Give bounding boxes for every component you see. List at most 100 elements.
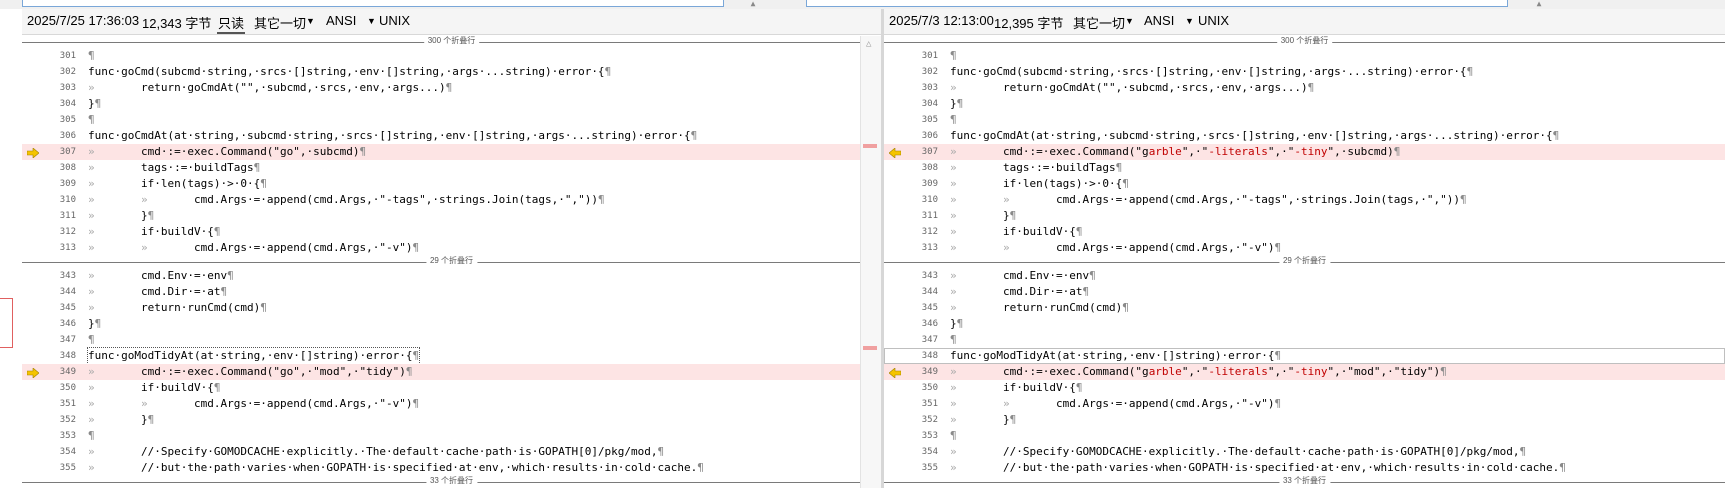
fold-separator[interactable]: 33 个折叠行 <box>22 476 881 486</box>
left-encoding-mode[interactable]: 其它一切 <box>254 13 306 32</box>
fold-separator[interactable]: 300 个折叠行 <box>884 36 1725 46</box>
diff-position-marker[interactable] <box>863 346 877 350</box>
line-number: 313 <box>59 243 76 253</box>
code-line[interactable]: 301 ¶ <box>22 48 881 64</box>
code-line[interactable]: 310 » » cmd.Args·=·append(cmd.Args,·"-tag… <box>22 192 881 208</box>
chevron-down-icon[interactable]: ▼ <box>367 16 376 26</box>
line-number: 352 <box>59 415 76 425</box>
fold-separator[interactable]: 300 个折叠行 <box>22 36 881 46</box>
code-line[interactable]: 344 » cmd.Dir·=·at¶ <box>884 284 1725 300</box>
code-line[interactable]: 351 » » cmd.Args·=·append(cmd.Args,·"-v")… <box>22 396 881 412</box>
code-line[interactable]: 349 » cmd·:=·exec.Command("garble",·"-lit… <box>884 364 1725 380</box>
code-line[interactable]: 306 func·goCmdAt(at·string,·subcmd·string… <box>884 128 1725 144</box>
code-line[interactable]: 303 » return·goCmdAt("",·subcmd,·srcs,·en… <box>884 80 1725 96</box>
line-number: 310 <box>59 195 76 205</box>
code-line[interactable]: 308 » tags·:=·buildTags¶ <box>884 160 1725 176</box>
code-line[interactable]: 304}¶ <box>884 96 1725 112</box>
code-line[interactable]: 344 » cmd.Dir·=·at¶ <box>22 284 881 300</box>
code-line[interactable]: 353 ¶ <box>884 428 1725 444</box>
code-line[interactable]: 312 » if·buildV·{¶ <box>22 224 881 240</box>
line-number: 348 <box>59 351 76 361</box>
code-line[interactable]: 302 func·goCmd(subcmd·string,·srcs·[]stri… <box>22 64 881 80</box>
left-file-pane[interactable]: 2025/7/25 17:36:03 12,343 字节 只读 其它一切 ▼ A… <box>22 9 881 488</box>
line-number: 312 <box>59 227 76 237</box>
right-eol[interactable]: UNIX <box>1198 13 1229 28</box>
code-line[interactable]: 354 » //·Specify·GOMODCACHE·explicitly.·T… <box>884 444 1725 460</box>
code-line[interactable]: 305 ¶ <box>884 112 1725 128</box>
line-text: » if·buildV·{¶ <box>88 381 221 394</box>
line-number: 305 <box>921 115 938 125</box>
code-line[interactable]: 307 » cmd·:=·exec.Command("garble",·"-lit… <box>884 144 1725 160</box>
code-line[interactable]: 311 » }¶ <box>884 208 1725 224</box>
scroll-up-icon-right[interactable]: ▲ <box>1534 0 1544 8</box>
code-line[interactable]: 355 » //·but·the·path·varies·when·GOPATH·… <box>884 460 1725 476</box>
line-text: }¶ <box>950 97 964 110</box>
code-line[interactable]: 352 » }¶ <box>22 412 881 428</box>
line-text: » cmd·:=·exec.Command("go",·"mod",·"tidy… <box>88 365 413 378</box>
chevron-down-icon[interactable]: ▼ <box>306 16 315 26</box>
left-readonly-toggle[interactable]: 只读 <box>217 13 246 34</box>
code-line[interactable]: 350 » if·buildV·{¶ <box>884 380 1725 396</box>
code-line[interactable]: 351 » » cmd.Args·=·append(cmd.Args,·"-v")… <box>884 396 1725 412</box>
line-text: » cmd·:=·exec.Command("garble",·"-litera… <box>950 145 1401 158</box>
line-text: » //·but·the·path·varies·when·GOPATH·is·… <box>950 461 1566 474</box>
code-line[interactable]: 310 » » cmd.Args·=·append(cmd.Args,·"-tag… <box>884 192 1725 208</box>
line-number: 345 <box>59 303 76 313</box>
code-line[interactable]: 301 ¶ <box>884 48 1725 64</box>
scroll-up-arrow-icon[interactable]: △ <box>866 39 871 49</box>
code-line[interactable]: 348 func·goModTidyAt(at·string,·env·[]str… <box>22 347 881 365</box>
code-line[interactable]: 352 » }¶ <box>884 412 1725 428</box>
code-line[interactable]: 302 func·goCmd(subcmd·string,·srcs·[]stri… <box>884 64 1725 80</box>
code-line[interactable]: 349 » cmd·:=·exec.Command("go",·"mod",·"t… <box>22 364 881 380</box>
code-line[interactable]: 309 » if·len(tags)·>·0·{¶ <box>884 176 1725 192</box>
code-line[interactable]: 304}¶ <box>22 96 881 112</box>
left-charset[interactable]: ANSI <box>326 13 356 28</box>
chevron-down-icon[interactable]: ▼ <box>1185 16 1194 26</box>
left-file-datetime: 2025/7/25 17:36:03 <box>27 13 140 28</box>
code-line[interactable]: 312 » if·buildV·{¶ <box>884 224 1725 240</box>
right-file-pane[interactable]: 2025/7/3 12:13:00 12,395 字节 其它一切 ▼ ANSI … <box>884 9 1725 488</box>
code-line[interactable]: 347 ¶ <box>22 332 881 348</box>
code-line[interactable]: 347 ¶ <box>884 332 1725 348</box>
code-line[interactable]: 355 » //·but·the·path·varies·when·GOPATH·… <box>22 460 881 476</box>
chevron-down-icon[interactable]: ▼ <box>1125 16 1134 26</box>
line-text: » cmd.Env·=·env¶ <box>950 269 1096 282</box>
code-line[interactable]: 350 » if·buildV·{¶ <box>22 380 881 396</box>
code-line[interactable]: 343 » cmd.Env·=·env¶ <box>884 268 1725 284</box>
right-path-field[interactable] <box>806 0 1508 7</box>
code-line[interactable]: 354 » //·Specify·GOMODCACHE·explicitly.·T… <box>22 444 881 460</box>
line-text: ¶ <box>950 49 957 62</box>
code-line[interactable]: 353 ¶ <box>22 428 881 444</box>
code-line[interactable]: 309 » if·len(tags)·>·0·{¶ <box>22 176 881 192</box>
code-line[interactable]: 346}¶ <box>884 316 1725 332</box>
code-line[interactable]: 308 » tags·:=·buildTags¶ <box>22 160 881 176</box>
right-charset[interactable]: ANSI <box>1144 13 1174 28</box>
left-eol[interactable]: UNIX <box>379 13 410 28</box>
code-line[interactable]: 343 » cmd.Env·=·env¶ <box>22 268 881 284</box>
line-text: » » cmd.Args·=·append(cmd.Args,·"-tags",… <box>950 193 1467 206</box>
left-code-view[interactable]: 300 个折叠行 301 ¶ 302 func·goCmd(subcmd·string,… <box>22 36 881 488</box>
fold-separator[interactable]: 29 个折叠行 <box>884 256 1725 266</box>
fold-separator[interactable]: 33 个折叠行 <box>884 476 1725 486</box>
code-line[interactable]: 306 func·goCmdAt(at·string,·subcmd·string… <box>22 128 881 144</box>
code-line[interactable]: 313 » » cmd.Args·=·append(cmd.Args,·"-v")… <box>22 240 881 256</box>
left-vertical-scrollbar[interactable]: △ <box>860 36 881 488</box>
code-line[interactable]: 348 func·goModTidyAt(at·string,·env·[]str… <box>884 348 1725 364</box>
line-text: ¶ <box>950 429 957 442</box>
code-line[interactable]: 307 » cmd·:=·exec.Command("go",·subcmd)¶ <box>22 144 881 160</box>
code-line[interactable]: 345 » return·runCmd(cmd)¶ <box>22 300 881 316</box>
code-line[interactable]: 346}¶ <box>22 316 881 332</box>
diff-position-marker[interactable] <box>863 144 877 148</box>
right-code-view[interactable]: 300 个折叠行 301 ¶ 302 func·goCmd(subcmd·string,… <box>884 36 1725 488</box>
scroll-up-icon[interactable]: ▲ <box>748 0 758 8</box>
fold-separator[interactable]: 29 个折叠行 <box>22 256 881 266</box>
code-line[interactable]: 303 » return·goCmdAt("",·subcmd,·srcs,·en… <box>22 80 881 96</box>
code-line[interactable]: 313 » » cmd.Args·=·append(cmd.Args,·"-v")… <box>884 240 1725 256</box>
line-text: }¶ <box>88 317 102 330</box>
left-path-field[interactable] <box>22 0 724 7</box>
line-text: func·goModTidyAt(at·string,·env·[]string… <box>950 349 1282 362</box>
code-line[interactable]: 305 ¶ <box>22 112 881 128</box>
code-line[interactable]: 311 » }¶ <box>22 208 881 224</box>
right-encoding-mode[interactable]: 其它一切 <box>1073 13 1125 32</box>
code-line[interactable]: 345 » return·runCmd(cmd)¶ <box>884 300 1725 316</box>
